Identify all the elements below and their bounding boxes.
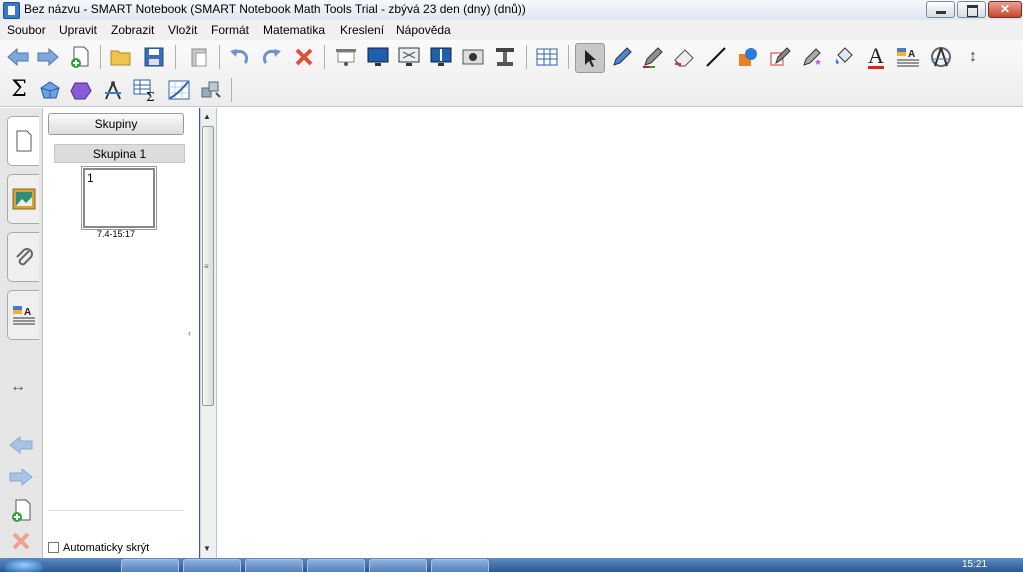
svg-text:A: A [24, 307, 31, 318]
scroll-grip-icon: ≡ [204, 262, 209, 271]
compass-icon[interactable] [100, 77, 126, 103]
add-page-icon[interactable] [10, 498, 34, 527]
toolbar-separator [568, 45, 569, 69]
menu-soubor[interactable]: Soubor [7, 23, 46, 37]
menu-zobrazit[interactable]: Zobrazit [111, 23, 154, 37]
undo-icon[interactable] [226, 44, 252, 70]
taskbar-item-explorer[interactable] [121, 559, 179, 572]
properties-tab-icon: A [12, 306, 35, 325]
menu-kresleni[interactable]: Kreslení [340, 23, 384, 37]
taskbar-item-notebook[interactable] [369, 559, 427, 572]
taskbar-item-media[interactable] [183, 559, 241, 572]
line-icon[interactable] [703, 44, 729, 70]
shape-pen-icon[interactable] [767, 44, 793, 70]
fill-icon[interactable] [831, 44, 857, 70]
transparent-background-icon[interactable] [396, 44, 422, 70]
window-title: Bez názvu - SMART Notebook (SMART Notebo… [24, 2, 526, 16]
menu-vlozit[interactable]: Vložit [168, 23, 197, 37]
autohide-checkbox[interactable] [48, 542, 59, 553]
table-icon[interactable] [534, 44, 560, 70]
app-icon [3, 2, 20, 19]
menu-matematika[interactable]: Matematika [263, 23, 325, 37]
whiteboard-canvas[interactable] [216, 108, 1023, 558]
previous-page-icon[interactable] [8, 435, 34, 458]
svg-text:Σ: Σ [146, 90, 154, 102]
magic-pen-icon[interactable] [799, 44, 825, 70]
toolbar-separator [175, 45, 176, 69]
tab-gallery[interactable] [7, 174, 39, 224]
page-thumbnail-number: 1 [87, 171, 94, 185]
screen-capture-icon[interactable] [460, 44, 486, 70]
menu-bar: Soubor Upravit Zobrazit Vložit Formát Ma… [0, 20, 1023, 40]
tab-properties[interactable]: A [7, 290, 39, 340]
toolbar-separator [219, 45, 220, 69]
tools-icon[interactable] [198, 77, 224, 103]
next-page-icon[interactable] [8, 467, 34, 490]
autohide-label: Automaticky skrýt [63, 542, 150, 554]
screen-shade-icon[interactable] [333, 44, 359, 70]
dual-page-icon[interactable] [428, 44, 454, 70]
gallery-icon [12, 188, 35, 210]
open-folder-icon[interactable] [108, 44, 134, 70]
tab-attachments[interactable] [7, 232, 39, 282]
document-camera-icon[interactable] [492, 44, 518, 70]
tab-page-sorter[interactable] [7, 116, 39, 166]
svg-text:A: A [908, 49, 915, 60]
sigma-glyph: Σ [11, 77, 27, 102]
shape-3d-icon[interactable] [37, 77, 63, 103]
paperclip-icon [15, 248, 33, 266]
eraser-icon[interactable] [671, 44, 697, 70]
title-bar: Bez názvu - SMART Notebook (SMART Notebo… [0, 0, 1023, 21]
maximize-button[interactable] [957, 1, 986, 18]
toolbar: A A ↕ Σ Σ [0, 40, 1023, 107]
taskbar-item-app[interactable] [245, 559, 303, 572]
panel-resize-grip[interactable]: ‹ [188, 328, 191, 338]
toolbar-separator [231, 78, 232, 102]
paste-icon[interactable] [186, 44, 212, 70]
scroll-down-icon[interactable]: ▼ [203, 544, 211, 553]
toolbar-separator [100, 45, 101, 69]
group-header[interactable]: Skupina 1 [54, 144, 185, 163]
taskbar-item-firefox[interactable] [307, 559, 365, 572]
polygon-icon[interactable] [68, 77, 94, 103]
start-button[interactable] [4, 558, 44, 572]
graph-icon[interactable] [166, 77, 192, 103]
redo-icon[interactable] [259, 44, 285, 70]
text-glyph: A [868, 42, 884, 69]
panel-divider [48, 510, 184, 511]
move-toolbar-icon[interactable]: ↕ [962, 44, 984, 70]
add-page-icon[interactable] [67, 44, 93, 70]
close-button[interactable] [988, 1, 1022, 18]
toolbar-separator [324, 45, 325, 69]
table-sum-icon[interactable]: Σ [132, 77, 158, 103]
text-icon[interactable]: A [863, 44, 889, 70]
minimize-button[interactable] [926, 1, 955, 18]
back-arrow-icon[interactable] [5, 44, 31, 70]
groups-button[interactable]: Skupiny [48, 113, 184, 135]
menu-format[interactable]: Formát [211, 23, 249, 37]
sigma-icon[interactable]: Σ [6, 77, 32, 103]
sidebar-swap-side-icon[interactable]: ↔ [10, 378, 26, 396]
full-screen-icon[interactable] [365, 44, 391, 70]
creative-pen-icon[interactable] [640, 44, 666, 70]
pen-icon[interactable] [609, 44, 635, 70]
page-thumbnail-label: 7.4-15:17 [97, 229, 136, 239]
shapes-icon[interactable] [735, 44, 761, 70]
toolbar-separator [526, 45, 527, 69]
sidebar-tabs: A ↔ [0, 108, 43, 558]
menu-upravit[interactable]: Upravit [59, 23, 97, 37]
page-sorter-icon [16, 130, 31, 152]
delete-page-icon[interactable] [10, 530, 32, 555]
properties-icon[interactable]: A [895, 44, 921, 70]
taskbar-item-smart[interactable] [431, 559, 489, 572]
menu-napoveda[interactable]: Nápověda [396, 23, 451, 37]
delete-icon[interactable] [291, 44, 317, 70]
measurement-tools-icon[interactable] [928, 44, 954, 70]
forward-arrow-icon[interactable] [35, 44, 61, 70]
select-tool-icon[interactable] [575, 43, 605, 73]
scroll-up-icon[interactable]: ▲ [203, 112, 211, 121]
clock[interactable]: 15:21 [962, 559, 987, 570]
save-icon[interactable] [141, 44, 167, 70]
